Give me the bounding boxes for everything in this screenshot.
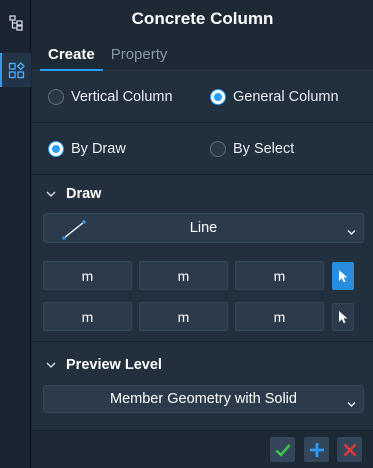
radio-label: By Select <box>233 140 295 157</box>
end-point-row: m m m <box>43 302 364 331</box>
radio-label: General Column <box>233 88 339 105</box>
tab-bar: Create Property <box>32 37 373 71</box>
start-point-row: m m m <box>43 261 364 290</box>
radio-by-draw[interactable]: By Draw <box>48 140 210 157</box>
start-x-field[interactable]: m <box>43 261 132 290</box>
section-title: Draw <box>66 186 102 202</box>
icon-rail <box>0 0 31 468</box>
radio-vertical-column[interactable]: Vertical Column <box>48 88 210 105</box>
line-tool-icon <box>62 220 88 243</box>
radio-indicator <box>210 140 226 157</box>
pick-end-point-button[interactable] <box>332 302 354 331</box>
action-bar <box>32 430 373 468</box>
chevron-down-icon <box>44 187 58 201</box>
tab-create[interactable]: Create <box>40 46 103 71</box>
radio-label: Vertical Column <box>71 88 173 105</box>
tree-icon <box>8 15 23 31</box>
confirm-button[interactable] <box>270 437 295 462</box>
draw-section: Draw Line m m m m m m <box>32 175 373 342</box>
confirm-check-icon <box>275 443 290 457</box>
end-x-field[interactable]: m <box>43 302 132 331</box>
rail-tree-button[interactable] <box>0 6 31 40</box>
end-y-field[interactable]: m <box>139 302 228 331</box>
pick-start-point-button[interactable] <box>332 261 354 290</box>
panel-title: Concrete Column <box>32 0 373 37</box>
preview-level-section: Preview Level Member Geometry with Solid <box>32 346 373 425</box>
start-z-field[interactable]: m <box>235 261 324 290</box>
point-coordinate-grid: m m m m m m <box>32 261 373 331</box>
chevron-down-icon <box>347 395 356 411</box>
cancel-x-icon <box>343 443 356 456</box>
input-mode-section: By Draw By Select <box>32 123 373 175</box>
component-grid-icon <box>8 61 25 78</box>
cursor-arrow-icon <box>339 310 348 323</box>
preview-level-value: Member Geometry with Solid <box>110 391 297 407</box>
radio-by-select[interactable]: By Select <box>210 140 372 157</box>
chevron-down-icon <box>44 358 58 372</box>
radio-general-column[interactable]: General Column <box>210 88 372 105</box>
rail-components-button[interactable] <box>0 53 31 87</box>
draw-section-header[interactable]: Draw <box>32 175 373 213</box>
radio-label: By Draw <box>71 140 126 157</box>
concrete-column-panel: Concrete Column Create Property Vertical… <box>32 0 373 468</box>
add-plus-icon <box>309 442 324 457</box>
preview-level-select[interactable]: Member Geometry with Solid <box>43 385 364 413</box>
section-title: Preview Level <box>66 357 162 373</box>
cancel-button[interactable] <box>337 437 362 462</box>
cursor-arrow-icon <box>339 269 348 282</box>
tab-property[interactable]: Property <box>103 46 176 70</box>
draw-shape-value: Line <box>189 220 218 236</box>
end-z-field[interactable]: m <box>235 302 324 331</box>
radio-indicator <box>48 88 64 105</box>
draw-shape-select[interactable]: Line <box>43 213 364 243</box>
chevron-down-icon <box>347 223 356 239</box>
radio-indicator <box>210 88 226 105</box>
preview-level-header[interactable]: Preview Level <box>32 346 373 384</box>
start-y-field[interactable]: m <box>139 261 228 290</box>
radio-indicator <box>48 140 64 157</box>
add-button[interactable] <box>304 437 329 462</box>
column-type-section: Vertical Column General Column <box>32 71 373 123</box>
